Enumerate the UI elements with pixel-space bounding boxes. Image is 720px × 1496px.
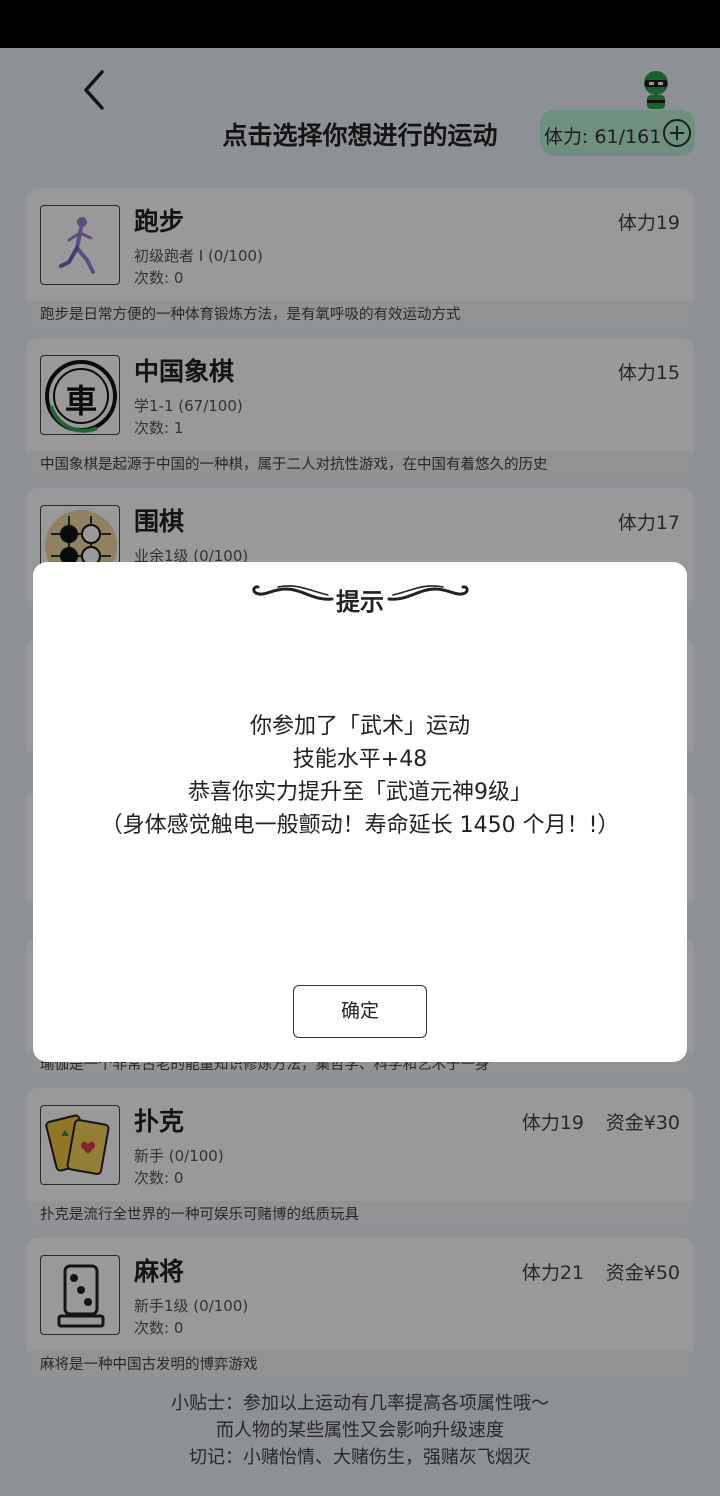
message-line: 技能水平+48 [292,747,428,772]
flourish-right-icon [387,585,469,601]
message-line: （身体感觉触电一般颤动！寿命延长 1450 个月！!） [100,813,620,838]
confirm-button[interactable]: 确定 [293,985,427,1038]
message-line: 你参加了「武术」运动 [249,714,470,739]
dialog-title: 提示 [336,588,384,616]
dialog-header: 提示 [33,574,687,616]
dialog-message: 你参加了「武术」运动 技能水平+48 恭喜你实力提升至「武道元神9级」 （身体感… [33,710,687,842]
status-bar [0,0,720,48]
result-dialog: 提示 你参加了「武术」运动 技能水平+48 恭喜你实力提升至「武道元神9级」 （… [33,562,687,1062]
message-line: 恭喜你实力提升至「武道元神9级」 [188,780,532,805]
